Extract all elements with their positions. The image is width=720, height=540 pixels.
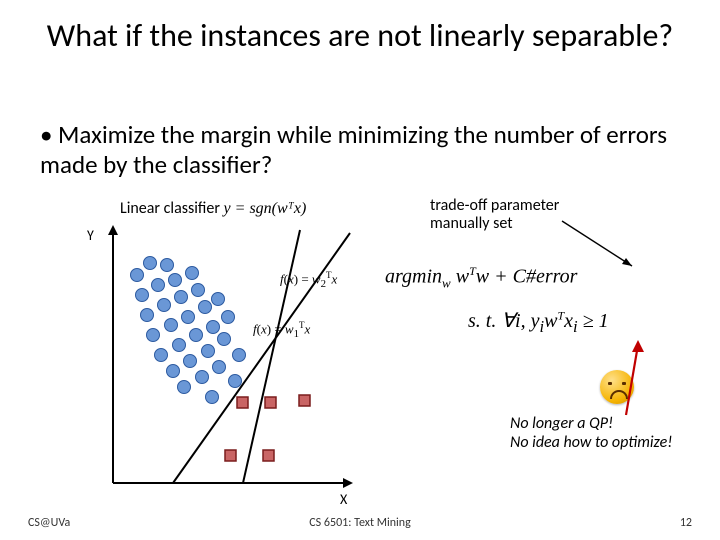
classifier-formula: y = sgn(wᵀx) xyxy=(224,200,307,217)
red-points xyxy=(225,395,310,461)
scatter-plot xyxy=(95,225,355,495)
no-longer-line-1: No longer a QP! xyxy=(510,414,613,433)
footer-center: CS 6501: Text Mining xyxy=(0,516,720,530)
blue-points xyxy=(131,257,246,404)
nolonger-arrow xyxy=(616,340,646,420)
slide-title: What if the instances are not linearly s… xyxy=(40,18,680,53)
slide-number: 12 xyxy=(680,516,692,530)
optimization-line-2: s. t. ∀i, yiwTxi ≥ 1 xyxy=(468,308,609,337)
tradeoff-note: trade-off parameter manually set xyxy=(430,197,559,234)
bullet-1: •Maximize the margin while minimizing th… xyxy=(40,120,680,180)
no-longer-note: No longer a QP! No idea how to optimize! xyxy=(510,414,672,452)
tradeoff-line-2: manually set xyxy=(430,214,513,233)
axis-label-y: Y xyxy=(87,227,94,244)
linear-classifier-line: Linear classifier y = sgn(wᵀx) xyxy=(120,199,306,218)
tradeoff-arrow xyxy=(557,211,647,271)
fx-w1-label: f(x) = w1Tx xyxy=(253,320,310,340)
bullet-text: Maximize the margin while minimizing the… xyxy=(40,119,667,180)
line-w1 xyxy=(243,230,300,483)
bullet-dot: • xyxy=(40,120,58,150)
fx-w2-label: f(x) = w2Tx xyxy=(280,270,337,290)
tradeoff-line-1: trade-off parameter xyxy=(430,196,559,215)
no-longer-line-2: No idea how to optimize! xyxy=(510,433,672,452)
axis-label-x: X xyxy=(340,491,347,508)
optimization-line-1: argminw wTw + C#error xyxy=(385,264,577,292)
classifier-label: Linear classifier xyxy=(120,199,224,218)
